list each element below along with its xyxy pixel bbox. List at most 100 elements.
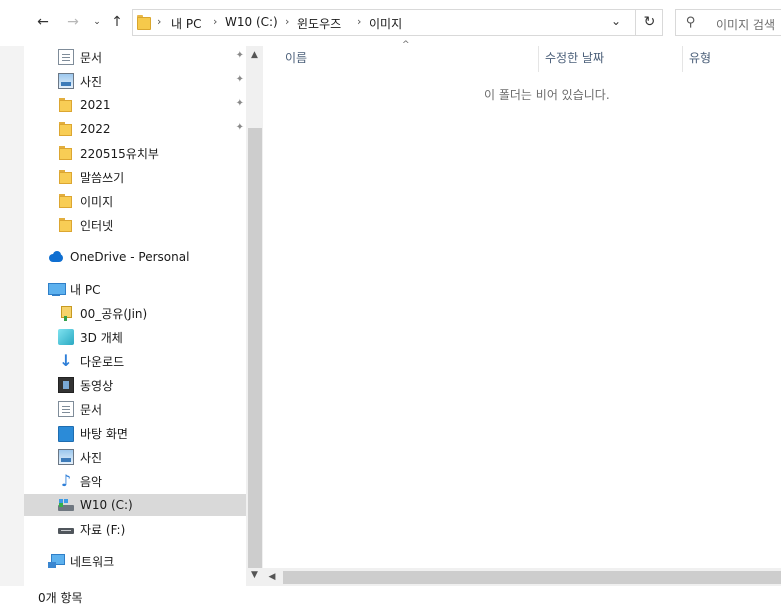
nav-item-music[interactable]: ♪ 음악 <box>24 470 246 492</box>
search-input[interactable]: 이미지 검색 <box>716 16 775 33</box>
nav-item-drive-f[interactable]: 자료 (F:) <box>24 518 246 540</box>
up-arrow-icon[interactable]: ↑ <box>108 12 126 32</box>
column-header-type[interactable]: 유형 <box>689 51 711 77</box>
breadcrumb-separator[interactable]: › <box>213 15 217 28</box>
nav-item-label: 자료 (F:) <box>80 522 126 537</box>
horizontal-scroll-thumb[interactable] <box>283 571 781 584</box>
drive-icon <box>58 497 74 513</box>
nav-item-drive-c[interactable]: W10 (C:) <box>24 494 246 516</box>
pictures-icon <box>58 449 74 465</box>
scroll-up-arrow-icon[interactable]: ▲ <box>246 50 263 60</box>
document-icon <box>58 401 74 417</box>
shared-folder-icon <box>58 305 74 321</box>
refresh-icon[interactable]: ↻ <box>635 10 663 35</box>
nav-item-malsseum[interactable]: 말씀쓰기 <box>24 166 246 188</box>
back-arrow-icon[interactable]: ← <box>34 12 52 32</box>
column-divider[interactable] <box>538 46 539 72</box>
nav-item-documents-pc[interactable]: 문서 <box>24 398 246 420</box>
download-icon: ↓ <box>59 351 73 370</box>
folder-icon <box>58 121 74 137</box>
nav-item-this-pc[interactable]: 내 PC <box>24 278 246 300</box>
nav-item-images[interactable]: 이미지 <box>24 190 246 212</box>
navigation-pane: 문서 ✦ 사진 ✦ 2021 ✦ 2022 ✦ 220515유치부 말씀쓰기 이… <box>24 46 246 586</box>
recent-locations-chevron-icon[interactable]: ⌄ <box>88 12 106 32</box>
nav-item-2022[interactable]: 2022 ✦ <box>24 118 246 140</box>
item-count: 0개 항목 <box>38 591 83 605</box>
nav-item-label: 내 PC <box>70 282 101 297</box>
nav-item-label: W10 (C:) <box>80 498 133 512</box>
breadcrumb-separator[interactable]: › <box>285 15 289 28</box>
nav-item-desktop[interactable]: 바탕 화면 <box>24 422 246 444</box>
3d-objects-icon <box>58 329 74 345</box>
column-header-modified[interactable]: 수정한 날짜 <box>545 51 604 77</box>
nav-item-label: 00_공유(Jin) <box>80 306 148 321</box>
nav-item-2021[interactable]: 2021 ✦ <box>24 94 246 116</box>
nav-item-pictures-pc[interactable]: 사진 <box>24 446 246 468</box>
nav-item-label: 220515유치부 <box>80 146 159 161</box>
nav-item-downloads[interactable]: ↓ 다운로드 <box>24 350 246 372</box>
pictures-icon <box>58 73 74 89</box>
nav-item-network[interactable]: 네트워크 <box>24 550 246 572</box>
nav-item-label: 이미지 <box>80 194 114 209</box>
forward-arrow-icon[interactable]: → <box>64 12 82 32</box>
nav-pane-scroll-thumb[interactable] <box>248 128 262 568</box>
sort-ascending-icon: ^ <box>402 40 410 50</box>
nav-item-onedrive[interactable]: OneDrive - Personal <box>24 246 246 268</box>
breadcrumb-this-pc[interactable]: 내 PC <box>171 15 201 32</box>
pin-icon[interactable]: ✦ <box>236 74 244 85</box>
breadcrumb-separator[interactable]: › <box>357 15 361 28</box>
computer-icon <box>48 281 66 297</box>
onedrive-cloud-icon <box>48 249 64 265</box>
nav-item-label: 사진 <box>80 74 103 89</box>
column-header-name[interactable]: 이름 <box>285 51 307 77</box>
desktop-icon <box>58 426 74 442</box>
folder-icon <box>137 15 151 30</box>
nav-item-label: OneDrive - Personal <box>70 250 190 264</box>
nav-item-label: 말씀쓰기 <box>80 170 125 185</box>
music-icon: ♪ <box>60 471 72 490</box>
nav-item-220515[interactable]: 220515유치부 <box>24 142 246 164</box>
search-box[interactable]: ⚲ 이미지 검색 <box>675 9 781 36</box>
status-bar: 0개 항목 <box>0 586 781 606</box>
pin-icon[interactable]: ✦ <box>236 50 244 61</box>
nav-item-label: 동영상 <box>80 378 114 393</box>
nav-item-label: 네트워크 <box>70 554 115 569</box>
nav-item-label: 2022 <box>80 122 111 136</box>
nav-item-3d-objects[interactable]: 3D 개체 <box>24 326 246 348</box>
breadcrumb-separator[interactable]: › <box>157 15 161 28</box>
nav-item-internet[interactable]: 인터넷 <box>24 214 246 236</box>
breadcrumb-drive-c[interactable]: W10 (C:) <box>225 15 278 29</box>
nav-item-label: 문서 <box>80 50 103 65</box>
folder-icon <box>58 193 74 209</box>
file-list[interactable] <box>263 46 781 586</box>
folder-icon <box>58 169 74 185</box>
nav-item-label: 음악 <box>80 474 103 489</box>
pin-icon[interactable]: ✦ <box>236 122 244 133</box>
nav-item-pictures[interactable]: 사진 ✦ <box>24 70 246 92</box>
document-icon <box>58 49 74 65</box>
breadcrumb-images[interactable]: 이미지 <box>369 15 402 32</box>
breadcrumb-windowsjeu[interactable]: 윈도우즈 <box>297 15 341 32</box>
nav-item-label: 사진 <box>80 450 103 465</box>
nav-item-label: 바탕 화면 <box>80 426 128 441</box>
nav-item-label: 3D 개체 <box>80 330 123 345</box>
pin-icon[interactable]: ✦ <box>236 98 244 109</box>
video-icon <box>58 377 74 393</box>
folder-icon <box>58 217 74 233</box>
column-divider[interactable] <box>682 46 683 72</box>
address-bar[interactable]: › 내 PC › W10 (C:) › 윈도우즈 › 이미지 ⌄ ↻ <box>132 9 663 36</box>
folder-icon <box>58 97 74 113</box>
search-icon: ⚲ <box>686 15 696 30</box>
address-dropdown-icon[interactable]: ⌄ <box>611 14 621 28</box>
scroll-down-arrow-icon[interactable]: ▼ <box>246 570 263 580</box>
network-icon <box>48 553 65 569</box>
address-toolbar: ← → ⌄ ↑ › 내 PC › W10 (C:) › 윈도우즈 › 이미지 ⌄… <box>0 0 781 46</box>
nav-item-videos[interactable]: 동영상 <box>24 374 246 396</box>
nav-item-label: 다운로드 <box>80 354 125 369</box>
window-left-edge <box>0 0 24 590</box>
nav-item-label: 문서 <box>80 402 103 417</box>
folder-icon <box>58 145 74 161</box>
nav-item-documents[interactable]: 문서 ✦ <box>24 46 246 68</box>
scroll-left-arrow-icon[interactable]: ◀ <box>266 572 278 582</box>
nav-item-shared-jin[interactable]: 00_공유(Jin) <box>24 302 246 324</box>
